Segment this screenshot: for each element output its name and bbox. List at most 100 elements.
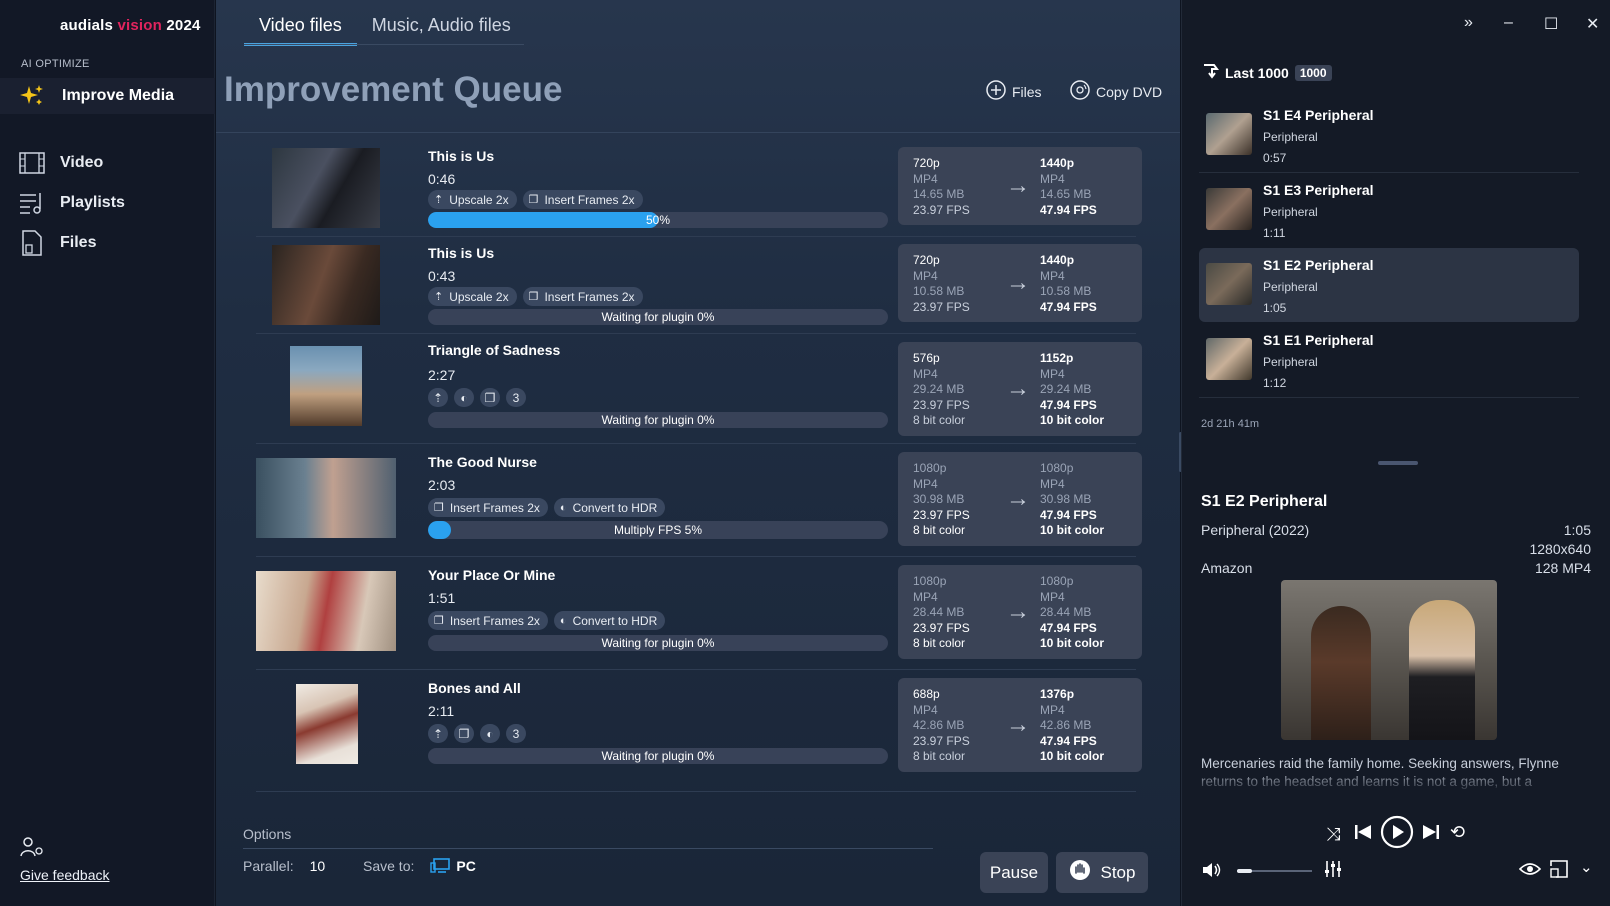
- queue-row[interactable]: This is Us 0:46 ⇡ Upscale 2x ❐ Insert Fram…: [256, 140, 1142, 237]
- chip-label: Insert Frames 2x: [544, 289, 635, 304]
- nav-item-files[interactable]: Files: [0, 226, 215, 260]
- episode-thumbnail: [1206, 188, 1252, 230]
- source-fps: 23.97 FPS: [913, 202, 970, 217]
- enhancement-chips: ⇡ Upscale 2x ❐ Insert Frames 2x: [428, 190, 643, 209]
- give-feedback-link[interactable]: Give feedback: [20, 867, 180, 883]
- video-duration: 2:03: [428, 477, 456, 493]
- recent-label: Last 1000: [1225, 64, 1289, 81]
- arrow-right-icon: →: [1006, 375, 1030, 402]
- hdr-chip: ◐: [454, 388, 474, 407]
- target-color: 10 bit color: [1040, 523, 1105, 537]
- nav-item-playlists[interactable]: Playlists: [0, 186, 215, 220]
- stop-button[interactable]: Stop: [1056, 852, 1148, 893]
- volume-icon[interactable]: [1202, 861, 1222, 884]
- play-button[interactable]: [1380, 815, 1414, 854]
- target-format: MP4: [1040, 268, 1065, 283]
- video-thumbnail: [256, 684, 396, 764]
- collapse-panel-icon[interactable]: »: [1464, 14, 1473, 32]
- insert-frames-chip: ❐ Insert Frames 2x: [522, 287, 643, 306]
- target-specs: 1440p MP4 10.58 MB 47.94 FPS: [1040, 253, 1097, 315]
- video-title: Triangle of Sadness: [428, 342, 561, 358]
- next-icon[interactable]: [1422, 823, 1440, 846]
- target-format: MP4: [1040, 589, 1065, 604]
- target-specs: 1080p MP4 28.44 MB 47.94 FPS 10 bit colo…: [1040, 574, 1104, 652]
- source-resolution: 1080p: [913, 574, 947, 588]
- shuffle-icon[interactable]: ⤨: [1326, 824, 1340, 845]
- video-title: Your Place Or Mine: [428, 567, 556, 583]
- app-brand: audials vision 2024: [60, 17, 201, 34]
- close-icon[interactable]: ✕: [1586, 14, 1599, 34]
- tab-video-files[interactable]: Video files: [244, 0, 357, 46]
- upscale-chip: ⇡ Upscale 2x: [428, 190, 517, 209]
- chip-label: Upscale 2x: [449, 192, 509, 207]
- nav-item-improve-media[interactable]: Improve Media: [0, 78, 215, 114]
- minimize-icon[interactable]: –: [1504, 14, 1513, 32]
- episode-item[interactable]: S1 E4 Peripheral Peripheral 0:57: [1199, 98, 1579, 172]
- volume-slider[interactable]: [1237, 869, 1312, 873]
- total-duration: 2d 21h 41m: [1201, 418, 1260, 430]
- palette-icon: ◐: [460, 390, 468, 405]
- section-label: AI OPTIMIZE: [21, 58, 90, 70]
- queue-row[interactable]: The Good Nurse 2:03 ❐ Insert Frames 2x ◐ C…: [256, 444, 1142, 557]
- queue-row[interactable]: Your Place Or Mine 1:51 ❐ Insert Frames 2…: [256, 557, 1142, 670]
- arrow-right-icon: →: [1006, 172, 1030, 199]
- detail-series: Peripheral (2022): [1201, 522, 1310, 538]
- sparkles-icon: [18, 82, 46, 110]
- target-resolution: 1152p: [1040, 351, 1074, 365]
- episode-series: Peripheral: [1263, 205, 1318, 219]
- chevron-down-double-icon[interactable]: ⌄: [1580, 858, 1593, 876]
- file-icon: [18, 229, 46, 257]
- queue-row[interactable]: This is Us 0:43 ⇡ Upscale 2x ❐ Insert Fram…: [256, 237, 1142, 334]
- upscale-chip: ⇡: [428, 724, 448, 743]
- playlist-icon: [18, 189, 46, 217]
- target-resolution: 1080p: [1040, 574, 1074, 588]
- volume-fill: [1237, 869, 1252, 873]
- parallel-setting[interactable]: Parallel: 10: [243, 858, 325, 874]
- source-resolution: 576p: [913, 351, 940, 365]
- source-fps: 23.97 FPS: [913, 507, 970, 522]
- stop-hand-icon: [1069, 859, 1091, 886]
- repeat-icon[interactable]: ⟲: [1450, 822, 1465, 843]
- main-panel: Video files Music, Audio files Improveme…: [216, 0, 1180, 906]
- episode-item[interactable]: S1 E1 Peripheral Peripheral 1:12: [1199, 323, 1579, 397]
- video-title: The Good Nurse: [428, 454, 537, 470]
- recent-header[interactable]: Last 1000 1000: [1202, 63, 1332, 82]
- episode-item[interactable]: S1 E3 Peripheral Peripheral 1:11: [1199, 173, 1579, 247]
- source-resolution: 720p: [913, 156, 940, 170]
- nav-item-video[interactable]: Video: [0, 146, 215, 180]
- copy-dvd-button[interactable]: Copy DVD: [1070, 80, 1162, 103]
- previous-icon[interactable]: [1354, 823, 1372, 846]
- source-fps: 23.97 FPS: [913, 397, 970, 412]
- picture-in-picture-icon[interactable]: [1550, 860, 1568, 883]
- maximize-icon[interactable]: ☐: [1544, 14, 1558, 34]
- save-to-setting[interactable]: Save to: PC: [363, 858, 476, 874]
- detail-title: S1 E2 Peripheral: [1201, 493, 1328, 510]
- target-resolution: 1440p: [1040, 253, 1075, 267]
- video-title: Bones and All: [428, 680, 521, 696]
- equalizer-icon[interactable]: [1324, 860, 1342, 883]
- source-specs: 576p MP4 29.24 MB 23.97 FPS 8 bit color: [913, 351, 970, 429]
- queue-row[interactable]: Bones and All 2:11 ⇡ ❐ ◐ 3 Waiting for p…: [256, 670, 1142, 792]
- frames-icon: ❐: [528, 194, 539, 206]
- eye-icon[interactable]: [1518, 862, 1542, 881]
- source-color: 8 bit color: [913, 749, 966, 763]
- episode-duration: 1:11: [1263, 226, 1286, 240]
- nav-label: Video: [60, 154, 104, 171]
- description-fade: [1201, 773, 1596, 793]
- source-specs: 720p MP4 10.58 MB 23.97 FPS: [913, 253, 970, 315]
- video-title: This is Us: [428, 245, 495, 261]
- queue-row[interactable]: Triangle of Sadness 2:27 ⇡ ◐ ❐ 3 Waiting…: [256, 334, 1142, 444]
- right-panel: » – ☐ ✕ Last 1000 1000 S1 E4 Peripheral …: [1181, 0, 1610, 906]
- copy-dvd-label: Copy DVD: [1096, 83, 1163, 100]
- add-files-button[interactable]: Files: [986, 80, 1042, 103]
- tab-music-audio-files[interactable]: Music, Audio files: [357, 0, 526, 46]
- resize-handle[interactable]: [1378, 461, 1418, 465]
- stop-label: Stop: [1100, 862, 1136, 882]
- episode-item-selected[interactable]: S1 E2 Peripheral Peripheral 1:05: [1199, 248, 1579, 322]
- plus-circle-icon: [986, 80, 1006, 103]
- pause-button[interactable]: Pause: [980, 852, 1048, 893]
- target-size: 29.24 MB: [1040, 382, 1092, 396]
- episode-series: Peripheral: [1263, 355, 1318, 369]
- episode-duration: 1:05: [1263, 301, 1287, 315]
- target-format: MP4: [1040, 702, 1065, 717]
